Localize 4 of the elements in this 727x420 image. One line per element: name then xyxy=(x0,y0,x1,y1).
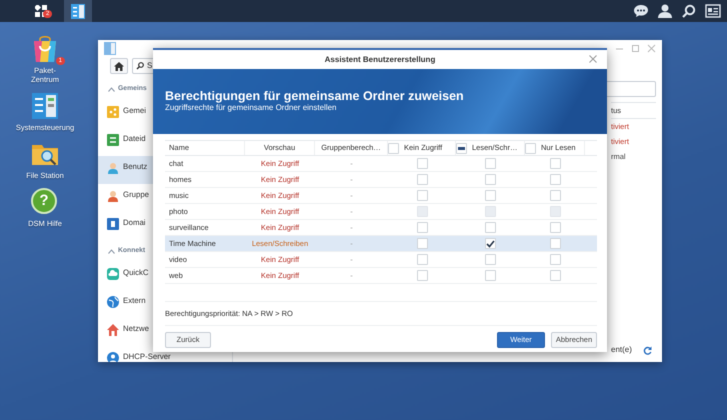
banner-heading: Berechtigungen für gemeinsame Ordner zuweisen xyxy=(165,89,465,103)
item-count: ent(e) xyxy=(611,344,632,356)
banner-subtitle: Zugriffsrechte für gemeinsame Ordner einstellen xyxy=(165,103,338,113)
dialog-title: Assistent Benutzererstellung xyxy=(324,54,436,66)
